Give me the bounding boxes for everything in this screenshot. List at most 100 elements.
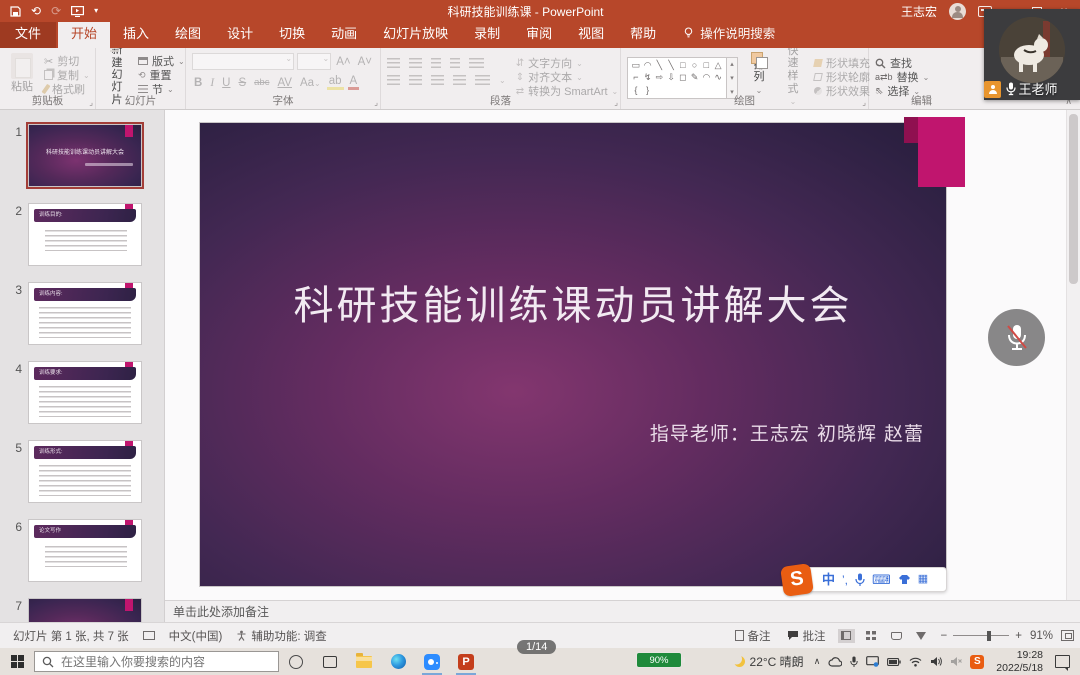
reset-button[interactable]: ⟲重置	[138, 68, 185, 82]
align-center-icon[interactable]	[409, 75, 422, 85]
wifi-icon[interactable]	[909, 657, 922, 667]
shape-icon-connector[interactable]: ↯	[644, 73, 652, 82]
columns-icon[interactable]	[475, 75, 490, 85]
action-center-icon[interactable]	[1055, 655, 1070, 668]
thumbnail-row-5[interactable]: 5 训练形式:	[6, 440, 164, 503]
shape-icon-scribble[interactable]: ✎	[691, 73, 699, 82]
character-spacing-icon[interactable]: AV	[275, 77, 294, 89]
align-right-icon[interactable]	[431, 75, 444, 85]
tab-help[interactable]: 帮助	[617, 18, 669, 48]
shadow-button[interactable]: S	[236, 77, 248, 89]
clock-widget[interactable]: 19:28 2022/5/18	[992, 649, 1047, 674]
accessibility-indicator[interactable]: 辅助功能: 调查	[229, 628, 333, 644]
tab-animations[interactable]: 动画	[318, 18, 370, 48]
slide-canvas[interactable]: 科研技能训练课动员讲解大会 指导老师：王志宏 初晓辉 赵蕾 S 中 ’, ⌨ ▦	[165, 110, 1080, 600]
italic-button[interactable]: I	[208, 77, 216, 89]
language-indicator[interactable]: 中文(中国)	[162, 628, 230, 644]
font-dialog-launcher[interactable]: ⌟	[374, 98, 378, 107]
decrease-font-icon[interactable]: A˅	[356, 56, 374, 68]
tell-me-search[interactable]: 操作说明搜索	[683, 23, 775, 48]
font-size-combo[interactable]	[297, 53, 331, 70]
clipboard-dialog-launcher[interactable]: ⌟	[89, 98, 93, 107]
save-icon[interactable]	[10, 6, 21, 17]
start-button[interactable]	[0, 648, 34, 675]
tab-view[interactable]: 视图	[565, 18, 617, 48]
find-button[interactable]: 查找	[875, 56, 929, 70]
slide-5-thumbnail[interactable]: 训练形式:	[28, 440, 142, 503]
account-avatar[interactable]	[949, 3, 966, 20]
thumbnail-row-2[interactable]: 2 训练目的:	[6, 203, 164, 266]
shape-icon-line2[interactable]: ╲	[668, 61, 673, 70]
sogou-input-toolbar[interactable]: S 中 ’, ⌨ ▦	[795, 567, 947, 592]
justify-icon[interactable]	[453, 75, 466, 85]
change-case-icon[interactable]: Aa⌄	[298, 77, 323, 89]
highlight-color-icon[interactable]: ab	[327, 75, 344, 90]
undo-icon[interactable]: ⟲	[31, 5, 41, 17]
view-slideshow-button[interactable]	[913, 629, 930, 643]
slide-thumbnail-panel[interactable]: 1 科研技能训练课动员讲解大会 2 训练目的: 3	[0, 110, 165, 622]
shape-icon-square[interactable]: □	[704, 61, 709, 70]
view-slide-sorter-button[interactable]	[863, 629, 880, 643]
voice-input-icon[interactable]	[855, 573, 865, 586]
tab-slideshow[interactable]: 幻灯片放映	[370, 18, 461, 48]
thumbnail-row-7[interactable]: 7	[6, 598, 164, 622]
view-normal-button[interactable]	[838, 629, 855, 643]
shape-icon-arc[interactable]: ◠	[644, 61, 652, 70]
tab-design[interactable]: 设计	[214, 18, 266, 48]
cloud-icon[interactable]	[828, 657, 842, 667]
shape-icon-textbox[interactable]: ▭	[632, 61, 641, 70]
decrease-indent-icon[interactable]	[431, 58, 441, 68]
show-hidden-icons-chevron[interactable]: ∧	[814, 656, 821, 667]
slide-2-thumbnail[interactable]: 训练目的:	[28, 203, 142, 266]
customize-qat-icon[interactable]: ▾	[94, 7, 98, 15]
speaker-icon[interactable]	[930, 656, 942, 667]
slide-6-thumbnail[interactable]: 论文写作	[28, 519, 142, 582]
text-direction-button[interactable]: ⇵文字方向⌄	[516, 56, 619, 70]
font-color-icon[interactable]: A	[348, 75, 360, 90]
slide-title-text[interactable]: 科研技能训练课动员讲解大会	[230, 273, 916, 331]
shape-icon-line[interactable]: ╲	[657, 61, 662, 70]
account-name[interactable]: 王志宏	[901, 3, 937, 20]
zoom-out-button[interactable]: −	[941, 630, 948, 642]
increase-font-icon[interactable]: A˄	[334, 56, 352, 68]
vertical-scrollbar[interactable]	[1066, 110, 1080, 600]
current-slide[interactable]: 科研技能训练课动员讲解大会 指导老师：王志宏 初晓辉 赵蕾	[200, 123, 946, 586]
paragraph-dialog-launcher[interactable]: ⌟	[614, 98, 618, 107]
shape-icon-freeform[interactable]: ◻	[679, 73, 686, 82]
shape-icon-arrow-down[interactable]: ⇩	[667, 73, 675, 82]
bold-button[interactable]: B	[192, 77, 204, 89]
numbering-icon[interactable]	[409, 58, 422, 68]
battery-icon[interactable]	[887, 658, 901, 666]
copy-button[interactable]: 复制⌄	[44, 68, 90, 82]
align-text-button[interactable]: ⇕对齐文本⌄	[516, 70, 619, 84]
cut-button[interactable]: ✂剪切	[44, 54, 90, 68]
replace-button[interactable]: a⇄b替换⌄	[875, 70, 929, 84]
shape-icon-wave[interactable]: ∿	[714, 73, 722, 82]
tab-home[interactable]: 开始	[58, 18, 110, 48]
edge-button[interactable]	[381, 648, 415, 675]
taskbar-search[interactable]	[34, 651, 279, 672]
task-view-button[interactable]	[313, 648, 347, 675]
start-slideshow-icon[interactable]	[71, 6, 84, 17]
slide-7-thumbnail[interactable]	[28, 598, 142, 622]
view-reading-button[interactable]	[888, 629, 905, 643]
powerpoint-taskbar-button[interactable]: P	[449, 648, 483, 675]
mute-microphone-button[interactable]	[988, 309, 1045, 366]
font-name-combo[interactable]	[192, 53, 294, 70]
punctuation-icon[interactable]: ’,	[842, 574, 848, 586]
thumbnail-row-4[interactable]: 4 训练要求:	[6, 361, 164, 424]
strikethrough-icon[interactable]: abc	[252, 77, 271, 88]
display-settings-icon[interactable]	[136, 631, 162, 640]
meeting-app-button[interactable]	[415, 648, 449, 675]
zoom-percentage[interactable]: 91%	[1030, 630, 1055, 642]
tray-mic-icon[interactable]	[850, 656, 858, 668]
cortana-button[interactable]	[279, 648, 313, 675]
arrange-button[interactable]: 排列⌄	[746, 52, 772, 95]
volume-muted-icon[interactable]	[950, 656, 962, 667]
thumbnail-row-6[interactable]: 6 论文写作	[6, 519, 164, 582]
shape-icon-elbow[interactable]: ⌐	[633, 73, 638, 82]
zoom-in-button[interactable]: +	[1015, 630, 1022, 642]
slide-subtitle-text[interactable]: 指导老师：王志宏 初晓辉 赵蕾	[650, 419, 924, 446]
comments-toggle[interactable]: 批注	[780, 628, 833, 644]
slide-3-thumbnail[interactable]: 训练内容:	[28, 282, 142, 345]
